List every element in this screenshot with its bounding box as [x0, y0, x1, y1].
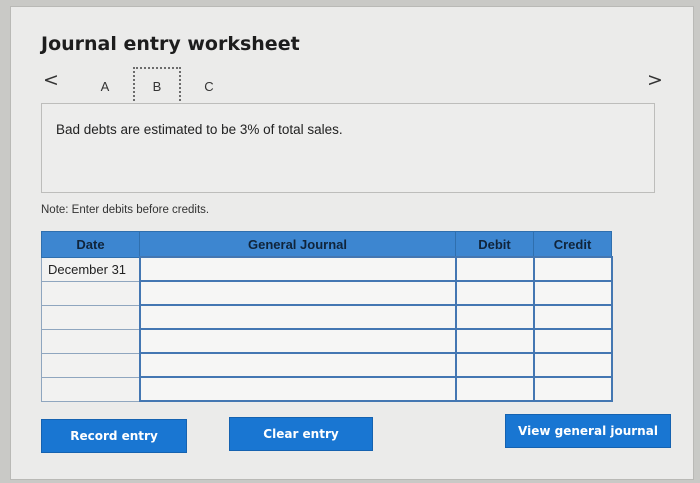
- tab-c[interactable]: C: [185, 67, 233, 105]
- table-header-row: Date General Journal Debit Credit: [41, 231, 612, 258]
- date-cell: [41, 376, 140, 402]
- date-cell: December 31: [41, 256, 140, 282]
- account-input[interactable]: [138, 280, 457, 306]
- credit-input[interactable]: [532, 256, 613, 282]
- table-row: [41, 280, 613, 306]
- note-text: Note: Enter debits before credits.: [41, 204, 210, 216]
- credit-input[interactable]: [532, 352, 613, 378]
- debit-input[interactable]: [454, 352, 535, 378]
- credit-input[interactable]: [532, 376, 613, 402]
- table-row: December 31: [41, 256, 613, 282]
- debit-input[interactable]: [454, 280, 535, 306]
- instruction-text: Bad debts are estimated to be 3% of tota…: [56, 122, 343, 137]
- credit-input[interactable]: [532, 328, 613, 354]
- date-cell: [41, 304, 140, 330]
- journal-table: Date General Journal Debit Credit Decemb…: [41, 231, 613, 402]
- chevron-right-icon[interactable]: >: [647, 69, 663, 91]
- view-general-journal-button[interactable]: View general journal: [505, 414, 671, 448]
- debit-input[interactable]: [454, 304, 535, 330]
- chevron-left-icon[interactable]: <: [43, 69, 59, 91]
- header-general-journal: General Journal: [139, 231, 456, 258]
- header-debit: Debit: [455, 231, 534, 258]
- account-input[interactable]: [138, 328, 457, 354]
- debit-input[interactable]: [454, 328, 535, 354]
- date-cell: [41, 352, 140, 378]
- account-input[interactable]: [138, 256, 457, 282]
- credit-input[interactable]: [532, 304, 613, 330]
- debit-input[interactable]: [454, 376, 535, 402]
- header-credit: Credit: [533, 231, 612, 258]
- header-date: Date: [41, 231, 140, 258]
- table-row: [41, 352, 613, 378]
- table-row: [41, 376, 613, 402]
- page-title: Journal entry worksheet: [41, 33, 300, 55]
- account-input[interactable]: [138, 352, 457, 378]
- record-entry-button[interactable]: Record entry: [41, 419, 187, 453]
- account-input[interactable]: [138, 376, 457, 402]
- table-row: [41, 328, 613, 354]
- tab-a[interactable]: A: [81, 67, 129, 105]
- date-cell: [41, 280, 140, 306]
- clear-entry-button[interactable]: Clear entry: [229, 417, 373, 451]
- account-input[interactable]: [138, 304, 457, 330]
- date-cell: [41, 328, 140, 354]
- table-row: [41, 304, 613, 330]
- worksheet-panel: Journal entry worksheet < A B C > Bad de…: [10, 6, 694, 480]
- debit-input[interactable]: [454, 256, 535, 282]
- credit-input[interactable]: [532, 280, 613, 306]
- tab-b[interactable]: B: [133, 67, 181, 105]
- instruction-box: Bad debts are estimated to be 3% of tota…: [41, 103, 655, 193]
